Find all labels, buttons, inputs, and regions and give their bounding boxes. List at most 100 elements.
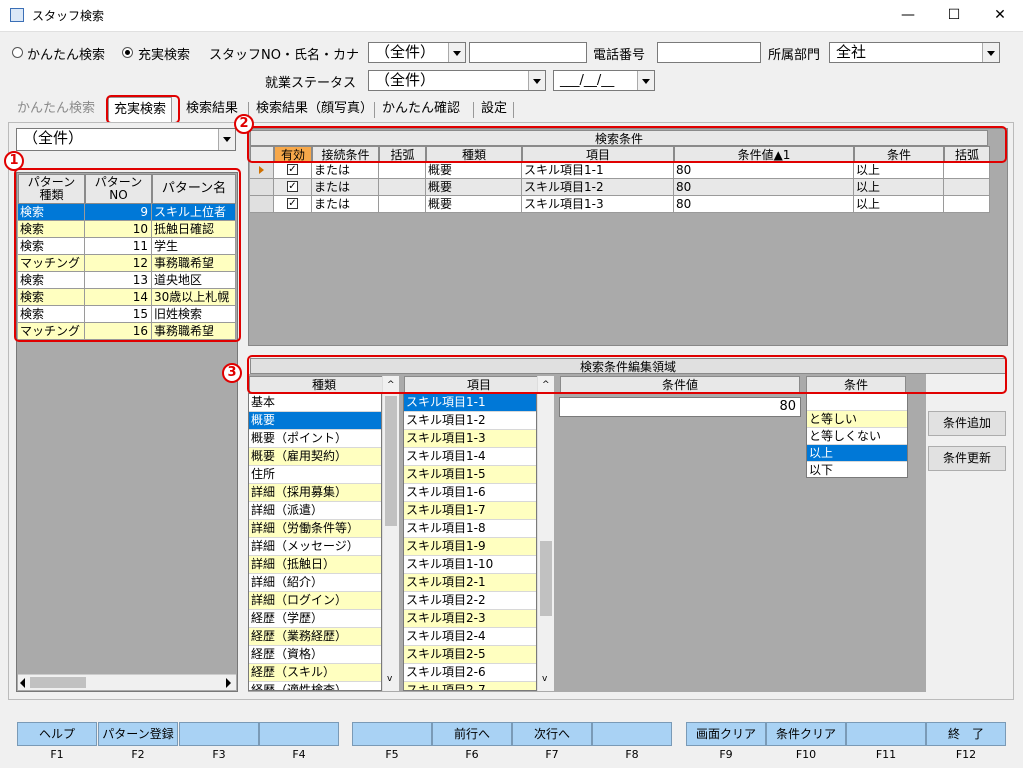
tab-settings[interactable]: 設定 — [476, 99, 512, 121]
date-combo[interactable]: ___/__/__ — [553, 70, 655, 91]
arrow-left-icon[interactable] — [20, 678, 25, 688]
type-list-item[interactable]: 経歴（スキル） — [249, 664, 381, 682]
radio-simple-search[interactable] — [12, 47, 23, 58]
type-list-item[interactable]: 経歴（業務経歴） — [249, 628, 381, 646]
condition-cell[interactable]: ✓ — [274, 162, 312, 179]
item-list-item[interactable]: スキル項目1-5 — [404, 466, 536, 484]
minimize-button[interactable]: — — [885, 0, 931, 30]
condition-cell[interactable]: ✓ — [274, 196, 312, 213]
tab-simple-search[interactable]: かんたん検索 — [12, 99, 100, 121]
condition-cell: 80 — [674, 162, 854, 179]
row-selector[interactable] — [250, 162, 274, 179]
item-list-item[interactable]: スキル項目1-7 — [404, 502, 536, 520]
function-key-f7[interactable]: 次行へ — [512, 722, 592, 746]
function-key-f9[interactable]: 画面クリア — [686, 722, 766, 746]
add-condition-button[interactable]: 条件追加 — [928, 411, 1006, 436]
function-key-f11[interactable] — [846, 722, 926, 746]
cond-list-item[interactable] — [807, 394, 907, 411]
item-list-item[interactable]: スキル項目2-5 — [404, 646, 536, 664]
function-key-f10[interactable]: 条件クリア — [766, 722, 846, 746]
type-list-item[interactable]: 住所 — [249, 466, 381, 484]
function-key-f4[interactable] — [259, 722, 339, 746]
type-list-item[interactable]: 詳細（派遣） — [249, 502, 381, 520]
annotation-1: 1 — [4, 151, 24, 171]
dept-combo[interactable]: 全社 — [829, 42, 1000, 63]
condition-row[interactable]: ✓ または 概要 スキル項目1-3 80 以上 — [250, 196, 990, 213]
function-key-f1[interactable]: ヘルプ — [17, 722, 97, 746]
type-list-item[interactable]: 基本 — [249, 394, 381, 412]
type-list-scrollbar[interactable]: ^ v — [382, 376, 399, 691]
item-list-item[interactable]: スキル項目1-9 — [404, 538, 536, 556]
item-list-item[interactable]: スキル項目2-3 — [404, 610, 536, 628]
cond-list-item[interactable]: と等しくない — [807, 428, 907, 445]
phone-label: 電話番号 — [593, 48, 646, 63]
scroll-thumb[interactable] — [385, 396, 397, 526]
type-list-item[interactable]: 経歴（資格） — [249, 646, 381, 664]
type-list-item[interactable]: 詳細（メッセージ） — [249, 538, 381, 556]
item-list-item[interactable]: スキル項目2-4 — [404, 628, 536, 646]
enabled-checkbox[interactable]: ✓ — [287, 198, 298, 209]
item-list-item[interactable]: スキル項目2-1 — [404, 574, 536, 592]
item-list-item[interactable]: スキル項目2-6 — [404, 664, 536, 682]
type-list-item[interactable]: 概要（雇用契約） — [249, 448, 381, 466]
type-list-item[interactable]: 詳細（抵触日） — [249, 556, 381, 574]
row-selector[interactable] — [250, 196, 274, 213]
type-list-item[interactable]: 詳細（ログイン） — [249, 592, 381, 610]
function-key-label: F11 — [875, 748, 897, 761]
item-list-item[interactable]: スキル項目1-10 — [404, 556, 536, 574]
cond-list[interactable]: と等しい と等しくない 以上 以下 — [806, 393, 908, 478]
status-combo[interactable]: （全件） — [368, 70, 546, 91]
function-key-f8[interactable] — [592, 722, 672, 746]
pattern-hscrollbar[interactable] — [18, 674, 236, 690]
item-list-item[interactable]: スキル項目2-7 — [404, 682, 536, 690]
function-key-f12[interactable]: 終 了 — [926, 722, 1006, 746]
row-selector[interactable] — [250, 179, 274, 196]
item-list-item[interactable]: スキル項目1-8 — [404, 520, 536, 538]
scroll-thumb[interactable] — [540, 541, 552, 616]
condition-row[interactable]: ✓ または 概要 スキル項目1-2 80 以上 — [250, 179, 990, 196]
item-list-item[interactable]: スキル項目1-2 — [404, 412, 536, 430]
condition-value-input[interactable]: 80 — [559, 397, 801, 417]
item-list-item[interactable]: スキル項目1-4 — [404, 448, 536, 466]
function-key-f5[interactable] — [352, 722, 432, 746]
scroll-thumb[interactable] — [30, 677, 86, 688]
type-list-item[interactable]: 詳細（紹介） — [249, 574, 381, 592]
tab-simple-confirm[interactable]: かんたん確認 — [377, 99, 465, 121]
type-list-item[interactable]: 経歴（学歴） — [249, 610, 381, 628]
item-list[interactable]: スキル項目1-1 スキル項目1-2 スキル項目1-3 スキル項目1-4 スキル項目1-5… — [403, 393, 537, 691]
chevron-down-icon[interactable]: v — [387, 674, 392, 684]
condition-row[interactable]: ✓ または 概要 スキル項目1-1 80 以上 — [250, 162, 990, 179]
item-list-scrollbar[interactable]: ^ v — [537, 376, 554, 691]
close-button[interactable]: ✕ — [977, 0, 1023, 30]
enabled-checkbox[interactable]: ✓ — [287, 164, 298, 175]
type-list-item[interactable]: 概要（ポイント） — [249, 430, 381, 448]
radio-full-search[interactable] — [122, 47, 133, 58]
tab-results-photo[interactable]: 検索結果（顔写真） — [251, 99, 378, 121]
cond-list-item[interactable]: 以上 — [807, 445, 907, 462]
cond-list-item[interactable]: 以下 — [807, 462, 907, 477]
staff-search-type-combo[interactable]: （全件） — [368, 42, 466, 63]
condition-cell[interactable]: ✓ — [274, 179, 312, 196]
item-list-item[interactable]: スキル項目1-6 — [404, 484, 536, 502]
tab-results[interactable]: 検索結果 — [181, 99, 243, 121]
type-list-item[interactable]: 概要 — [249, 412, 381, 430]
staff-search-input[interactable] — [469, 42, 587, 63]
chevron-down-icon[interactable]: v — [542, 674, 547, 684]
function-key-f2[interactable]: パターン登録 — [98, 722, 178, 746]
arrow-right-icon[interactable] — [226, 678, 231, 688]
function-key-f6[interactable]: 前行へ — [432, 722, 512, 746]
update-condition-button[interactable]: 条件更新 — [928, 446, 1006, 471]
item-list-item[interactable]: スキル項目2-2 — [404, 592, 536, 610]
cond-list-item[interactable]: と等しい — [807, 411, 907, 428]
phone-input[interactable] — [657, 42, 761, 63]
function-key-f3[interactable] — [179, 722, 259, 746]
pattern-filter-combo[interactable]: （全件） — [16, 128, 236, 151]
enabled-checkbox[interactable]: ✓ — [287, 181, 298, 192]
type-list[interactable]: 基本 概要 概要（ポイント） 概要（雇用契約） 住所 詳細（採用募集） 詳細（派遣） 詳細（労… — [248, 393, 382, 691]
type-list-item[interactable]: 詳細（採用募集） — [249, 484, 381, 502]
maximize-button[interactable]: ☐ — [931, 0, 977, 30]
type-list-item[interactable]: 詳細（労働条件等） — [249, 520, 381, 538]
item-list-item[interactable]: スキル項目1-1 — [404, 394, 536, 412]
type-list-item[interactable]: 経歴（適性検査） — [249, 682, 381, 690]
item-list-item[interactable]: スキル項目1-3 — [404, 430, 536, 448]
